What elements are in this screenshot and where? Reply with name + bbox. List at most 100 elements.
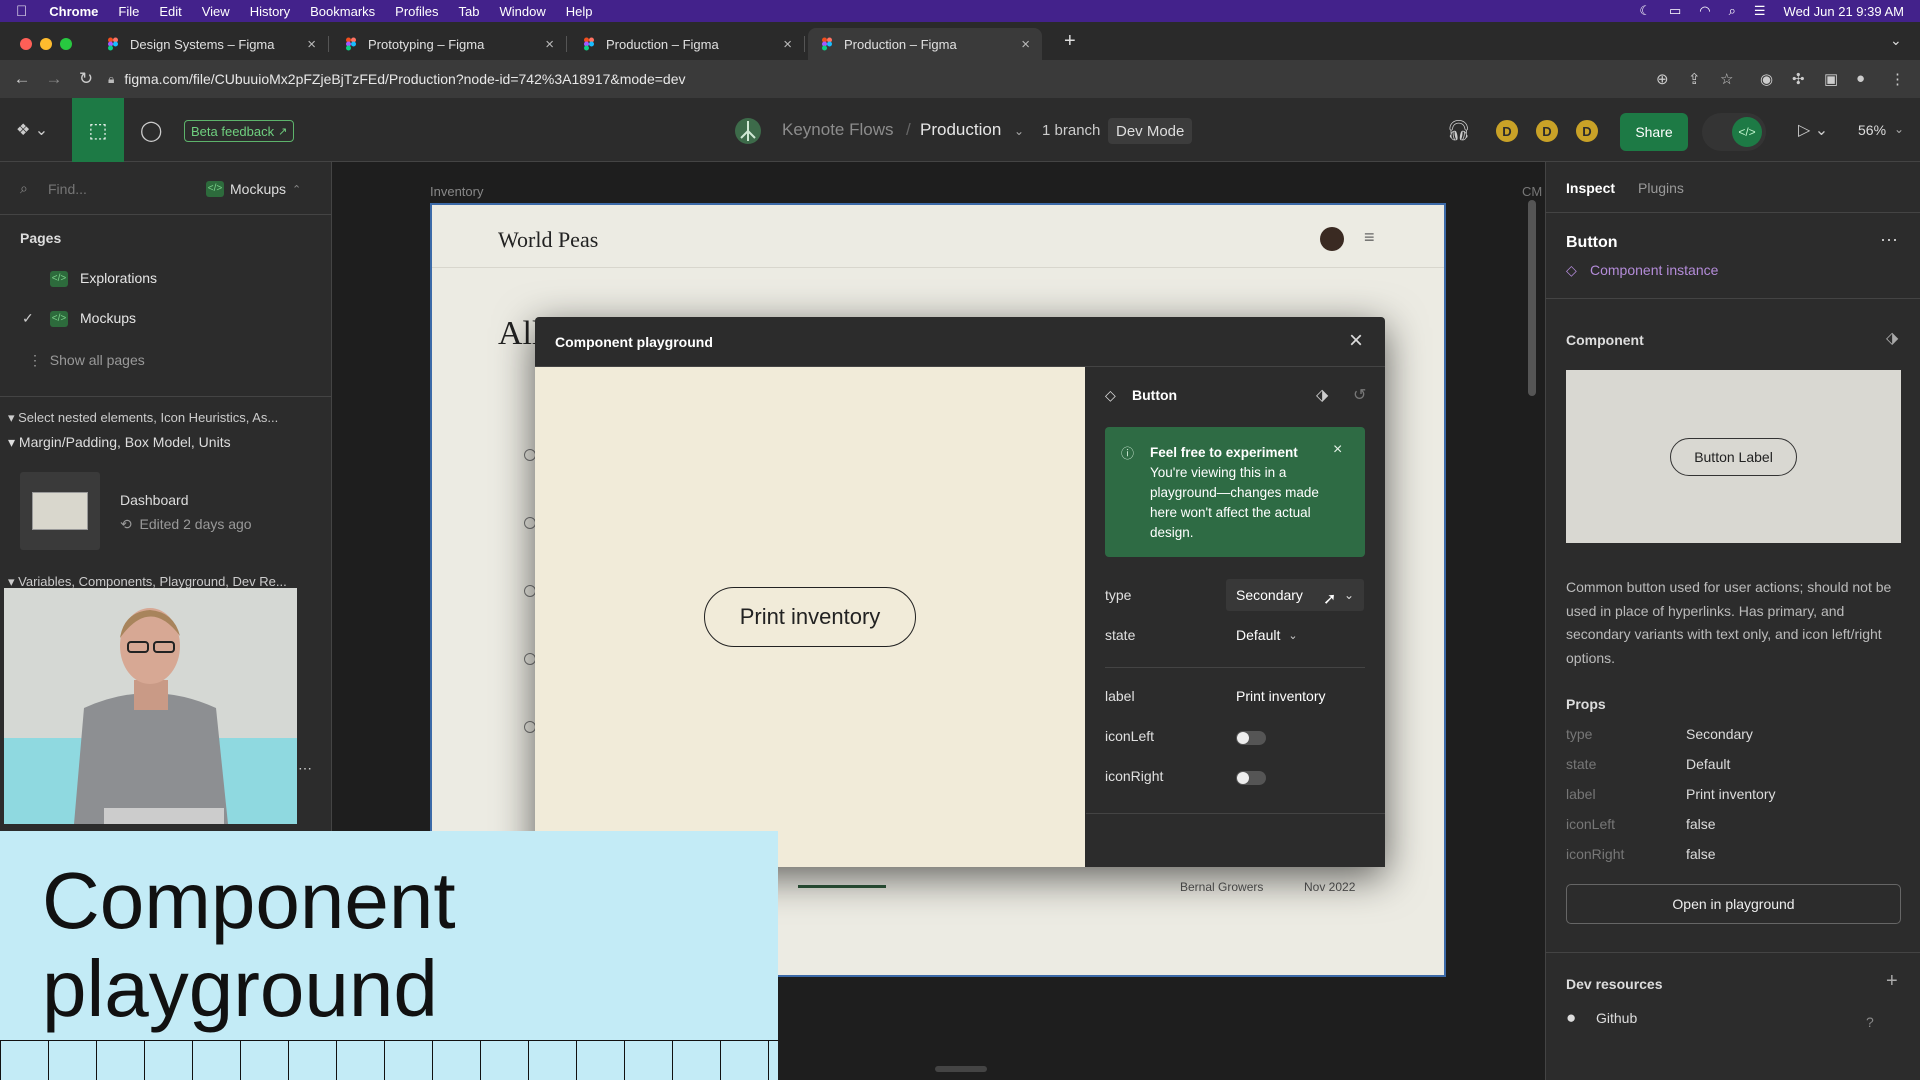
menu-app-name[interactable]: Chrome [49,4,98,19]
zoom-icon[interactable]: ⊕ [1656,70,1669,88]
figma-menu-icon[interactable]: ❖ ⌄ [16,120,48,140]
frame-label[interactable]: Inventory [430,184,483,199]
headphones-icon[interactable]: 🎧︎ [1446,118,1471,143]
control-center-icon[interactable]: ☰ [1754,3,1766,19]
wifi-icon[interactable]: ◠ [1699,3,1710,19]
show-all-pages-link[interactable]: ⋮ Show all pages [28,352,145,369]
close-tab-icon[interactable]: × [1021,36,1030,53]
browser-tab-active[interactable]: Production – Figma × [808,28,1042,60]
menu-history[interactable]: History [250,4,290,19]
close-tab-icon[interactable]: × [545,36,554,53]
page-item-explorations[interactable]: </> Explorations [0,270,332,292]
avatar[interactable]: D [1574,118,1600,144]
breadcrumb-file[interactable]: Production [920,120,1001,140]
prop-key: state [1566,756,1597,772]
beta-feedback-button[interactable]: Beta feedback ↗ [184,120,295,142]
moon-icon[interactable]: ☾ [1639,3,1651,19]
maximize-window-button[interactable] [60,38,72,50]
page-item-mockups[interactable]: ✓ </> Mockups [0,310,332,332]
go-to-component-icon[interactable]: ⬗ [1886,328,1898,348]
menu-edit[interactable]: Edit [159,4,181,19]
prop-value[interactable]: Default [1686,756,1730,772]
section-frame-1b[interactable]: ▾ Margin/Padding, Box Model, Units [8,434,231,451]
find-input[interactable] [48,178,188,200]
extension-icon[interactable]: ◉ [1760,70,1773,88]
puzzle-icon[interactable]: ✣ [1792,70,1805,88]
component-diamond-icon: ◇ [1105,387,1116,403]
tab-plugins[interactable]: Plugins [1638,180,1684,196]
menu-view[interactable]: View [202,4,230,19]
dev-mode-toggle[interactable]: </> [1702,113,1766,151]
prop-value[interactable]: Secondary [1686,726,1753,742]
type-select[interactable]: Secondary ⌄ [1226,579,1364,611]
canvas-scrollbar[interactable] [1528,200,1536,396]
component-instance-link[interactable]: Component instance [1590,262,1718,278]
battery-icon[interactable]: ▭ [1669,3,1681,19]
share-page-icon[interactable]: ⇪ [1688,70,1701,88]
frame-thumbnail[interactable] [20,472,100,550]
back-icon[interactable]: ← [8,69,36,89]
bookmark-star-icon[interactable]: ☆ [1720,70,1733,88]
apple-icon[interactable]:  [16,3,27,20]
sidebar-icon[interactable]: ▣ [1824,70,1838,88]
select-tool-icon[interactable]: ⬚ [72,98,124,162]
avatar[interactable]: D [1534,118,1560,144]
close-tab-icon[interactable]: × [783,36,792,53]
go-to-main-component-icon[interactable]: ⬗ [1316,385,1328,405]
present-play-icon[interactable]: ▷ ⌄ [1798,120,1828,140]
browser-tab[interactable]: Design Systems – Figma × [94,28,329,60]
menu-help[interactable]: Help [566,4,593,19]
menu-file[interactable]: File [118,4,139,19]
help-icon[interactable]: ? [1866,1014,1874,1030]
frame-name[interactable]: Dashboard [120,492,189,508]
forward-icon[interactable]: → [40,69,68,89]
prop-value[interactable]: false [1686,846,1716,862]
add-resource-icon[interactable]: + [1886,970,1898,993]
reload-icon[interactable]: ↻ [72,69,100,89]
github-link[interactable]: Github [1596,1010,1637,1026]
branch-indicator[interactable]: 1 branch [1042,122,1100,139]
close-notice-icon[interactable]: × [1333,441,1342,459]
more-options-icon[interactable]: ⋯ [1880,230,1898,251]
iconright-toggle[interactable] [1236,771,1266,785]
preview-button[interactable]: Print inventory [704,587,916,647]
canvas-horizontal-scroll-handle[interactable] [935,1066,987,1072]
prop-value[interactable]: false [1686,816,1716,832]
menu-clock[interactable]: Wed Jun 21 9:39 AM [1784,4,1904,19]
reset-icon[interactable]: ↺ [1353,385,1366,405]
menu-profiles[interactable]: Profiles [395,4,438,19]
iconleft-toggle[interactable] [1236,731,1266,745]
share-button[interactable]: Share [1620,113,1688,151]
close-window-button[interactable] [20,38,32,50]
avatar[interactable]: D [1494,118,1520,144]
profile-icon[interactable]: ● [1856,70,1865,87]
browser-tab[interactable]: Prototyping – Figma × [332,28,567,60]
zoom-level[interactable]: 56% [1858,122,1886,138]
browser-tab[interactable]: Production – Figma × [570,28,805,60]
minimize-window-button[interactable] [40,38,52,50]
address-bar[interactable]: 🔒︎ figma.com/file/CUbuuioMx2pFZjeBjTzFEd… [108,66,1658,92]
zoom-chevron-icon[interactable]: ⌄ [1894,122,1904,136]
file-chevron-down-icon[interactable]: ⌄ [1014,124,1024,138]
menu-window[interactable]: Window [500,4,546,19]
new-tab-icon[interactable]: + [1064,30,1076,53]
menu-bookmarks[interactable]: Bookmarks [310,4,375,19]
more-menu-icon[interactable]: ⋮ [1890,70,1905,88]
close-tab-icon[interactable]: × [307,36,316,53]
dev-mode-badge[interactable]: Dev Mode [1108,118,1193,144]
breadcrumb-project[interactable]: Keynote Flows [782,120,894,140]
comment-icon[interactable]: ◯ [140,118,162,143]
external-link-icon: ↗ [278,125,288,138]
page-selector[interactable]: </> Mockups ⌃ [206,178,301,200]
tab-search-chevron-icon[interactable]: ⌄ [1890,32,1902,49]
open-in-playground-button[interactable]: Open in playground [1566,884,1901,924]
tab-inspect[interactable]: Inspect [1566,180,1615,196]
state-select[interactable]: Default ⌄ [1236,627,1298,643]
close-icon[interactable]: × [1349,327,1363,355]
search-icon[interactable]: ⌕ [1729,3,1736,19]
section-frame-1[interactable]: ▾ Select nested elements, Icon Heuristic… [8,410,324,426]
label-input[interactable]: Print inventory [1236,688,1325,704]
prop-value[interactable]: Print inventory [1686,786,1775,802]
menu-tab[interactable]: Tab [459,4,480,19]
frame-label-side[interactable]: CM [1522,184,1542,199]
